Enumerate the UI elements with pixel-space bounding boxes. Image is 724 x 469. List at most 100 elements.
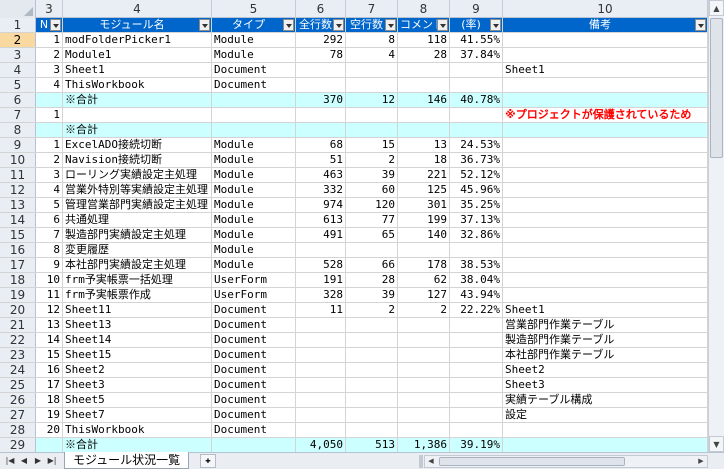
- cell[interactable]: 設定: [503, 408, 708, 422]
- cell[interactable]: 3: [36, 168, 63, 182]
- cell[interactable]: [503, 288, 708, 302]
- cell[interactable]: 491: [296, 228, 346, 242]
- cell[interactable]: Module: [212, 243, 296, 257]
- cell[interactable]: [346, 78, 398, 92]
- row-header[interactable]: 1: [0, 18, 36, 32]
- cell[interactable]: Document: [212, 393, 296, 407]
- cell[interactable]: [503, 123, 708, 137]
- cell[interactable]: 製造部門実績設定主処理: [63, 228, 212, 242]
- cell[interactable]: [450, 243, 503, 257]
- cell[interactable]: Module: [212, 213, 296, 227]
- cell[interactable]: 120: [346, 198, 398, 212]
- cell[interactable]: 39.19%: [450, 438, 503, 452]
- cell[interactable]: [296, 243, 346, 257]
- cell[interactable]: [296, 108, 346, 122]
- cell[interactable]: Sheet1: [63, 63, 212, 77]
- first-sheet-icon[interactable]: |◀: [4, 455, 16, 467]
- cell[interactable]: 513: [346, 438, 398, 452]
- cell[interactable]: 3: [36, 63, 63, 77]
- column-header-10[interactable]: 10: [503, 0, 708, 18]
- cell[interactable]: [398, 333, 450, 347]
- sheet-tab-module-status[interactable]: モジュール状況一覧: [64, 452, 190, 469]
- cell[interactable]: 変更履歴: [63, 243, 212, 257]
- filter-dropdown-icon[interactable]: [385, 19, 396, 31]
- row-header[interactable]: 23: [0, 348, 36, 362]
- cell[interactable]: [503, 438, 708, 452]
- row-header[interactable]: 3: [0, 48, 36, 62]
- cell[interactable]: 39: [346, 168, 398, 182]
- table-header-cell[interactable]: モジュール名: [63, 18, 212, 32]
- cell[interactable]: 8: [346, 33, 398, 47]
- cell[interactable]: 2: [346, 153, 398, 167]
- cell[interactable]: [450, 393, 503, 407]
- cell[interactable]: 125: [398, 183, 450, 197]
- cell[interactable]: 本社部門作業テーブル: [503, 348, 708, 362]
- cell[interactable]: 528: [296, 258, 346, 272]
- cell[interactable]: 8: [36, 243, 63, 257]
- cell[interactable]: [398, 108, 450, 122]
- cell[interactable]: 17: [36, 378, 63, 392]
- cell[interactable]: [503, 423, 708, 437]
- cell[interactable]: 36.73%: [450, 153, 503, 167]
- cell[interactable]: 78: [296, 48, 346, 62]
- cell[interactable]: [346, 63, 398, 77]
- row-header[interactable]: 19: [0, 288, 36, 302]
- row-header[interactable]: 15: [0, 228, 36, 242]
- cell[interactable]: [63, 108, 212, 122]
- cell[interactable]: [346, 423, 398, 437]
- cell[interactable]: [296, 408, 346, 422]
- cell[interactable]: frm予実帳票一括処理: [63, 273, 212, 287]
- cell[interactable]: [346, 108, 398, 122]
- cell[interactable]: 19: [36, 408, 63, 422]
- cell[interactable]: [503, 93, 708, 107]
- cell[interactable]: Sheet1: [503, 63, 708, 77]
- cell[interactable]: 45.96%: [450, 183, 503, 197]
- cell[interactable]: 18: [398, 153, 450, 167]
- row-header[interactable]: 20: [0, 303, 36, 317]
- cell[interactable]: 1: [36, 138, 63, 152]
- cell[interactable]: Module: [212, 228, 296, 242]
- cell[interactable]: [346, 333, 398, 347]
- cell[interactable]: [503, 213, 708, 227]
- cell[interactable]: Document: [212, 78, 296, 92]
- cell[interactable]: 4: [346, 48, 398, 62]
- cell[interactable]: [346, 393, 398, 407]
- cell[interactable]: [346, 408, 398, 422]
- table-header-cell[interactable]: N: [36, 18, 63, 32]
- cell[interactable]: Sheet7: [63, 408, 212, 422]
- cell[interactable]: 4: [36, 78, 63, 92]
- cell[interactable]: 221: [398, 168, 450, 182]
- row-header[interactable]: 29: [0, 438, 36, 452]
- cell[interactable]: [398, 393, 450, 407]
- next-sheet-icon[interactable]: ▶: [32, 455, 44, 467]
- cell[interactable]: [36, 123, 63, 137]
- cell[interactable]: 178: [398, 258, 450, 272]
- tab-split-handle[interactable]: [419, 455, 423, 468]
- cell[interactable]: Module: [212, 183, 296, 197]
- cell[interactable]: 16: [36, 363, 63, 377]
- cell[interactable]: 20: [36, 423, 63, 437]
- cell[interactable]: 5: [36, 198, 63, 212]
- cell[interactable]: 60: [346, 183, 398, 197]
- cell[interactable]: 68: [296, 138, 346, 152]
- cell[interactable]: 38.04%: [450, 273, 503, 287]
- cell[interactable]: UserForm: [212, 288, 296, 302]
- cell[interactable]: [346, 348, 398, 362]
- cell[interactable]: Document: [212, 378, 296, 392]
- cell[interactable]: 140: [398, 228, 450, 242]
- row-header[interactable]: 7: [0, 108, 36, 122]
- cell[interactable]: [503, 153, 708, 167]
- column-header-3[interactable]: 3: [36, 0, 63, 18]
- row-header[interactable]: 28: [0, 423, 36, 437]
- cell[interactable]: [450, 108, 503, 122]
- cell[interactable]: [36, 438, 63, 452]
- cell[interactable]: 4: [36, 183, 63, 197]
- column-header-7[interactable]: 7: [346, 0, 398, 18]
- cell[interactable]: Sheet14: [63, 333, 212, 347]
- cell[interactable]: [398, 123, 450, 137]
- row-header[interactable]: 27: [0, 408, 36, 422]
- cell[interactable]: 本社部門実績設定主処理: [63, 258, 212, 272]
- cell[interactable]: [450, 63, 503, 77]
- cell[interactable]: 13: [36, 318, 63, 332]
- cell[interactable]: 営業外特別等実績設定主処理: [63, 183, 212, 197]
